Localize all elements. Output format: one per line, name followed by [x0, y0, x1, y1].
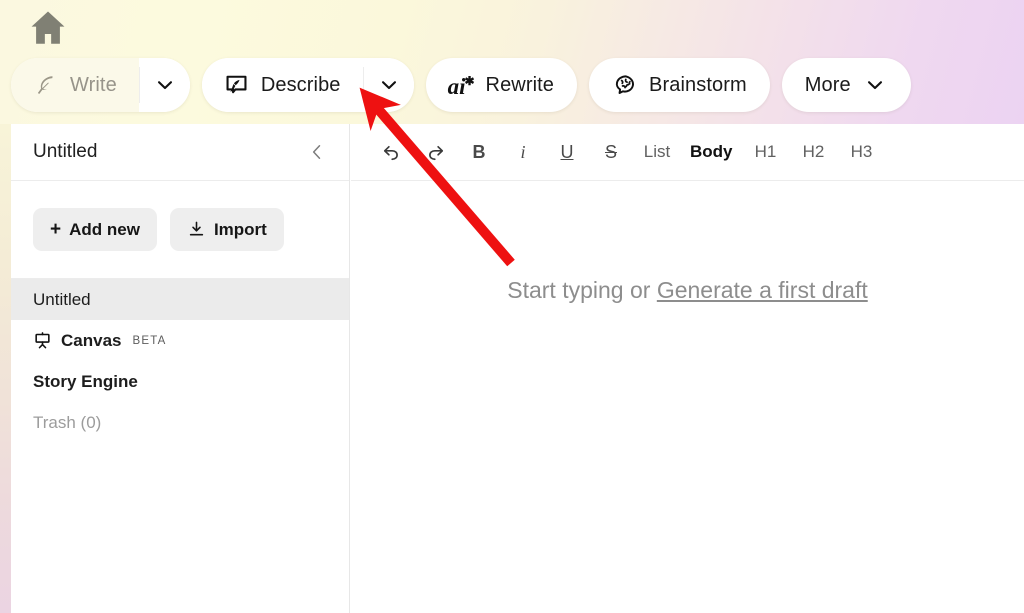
underline-button[interactable]: U: [545, 135, 589, 169]
write-button[interactable]: Write: [11, 58, 139, 112]
sidebar-item-trash[interactable]: Trash (0): [11, 402, 349, 443]
chevron-down-icon: [381, 81, 396, 90]
feather-icon: [33, 72, 59, 98]
download-icon: [187, 217, 206, 243]
write-action-group: Write: [11, 58, 190, 112]
image-brush-icon: [224, 72, 250, 98]
gradient-left-rail: [0, 124, 11, 613]
body-style-button[interactable]: Body: [681, 135, 742, 169]
more-label: More: [804, 73, 851, 96]
describe-caret-button[interactable]: [363, 58, 414, 112]
brain-icon: [612, 72, 638, 98]
italic-button[interactable]: i: [501, 135, 545, 169]
add-new-button[interactable]: + Add new: [33, 208, 157, 251]
formatting-toolbar: B i U S List Body H1 H2 H3: [351, 124, 1024, 181]
brainstorm-button[interactable]: Brainstorm: [589, 58, 770, 112]
write-label: Write: [70, 73, 117, 96]
ai-action-toolbar: Write Describe ɑi✱ Rewrite Brainstorm Mo…: [11, 58, 911, 112]
main-panel: Untitled + Add new Import Untitled Canva…: [11, 124, 1024, 613]
chevron-down-icon: [157, 81, 172, 90]
sidebar-item-list: Untitled Canvas BETA Story Engine Trash …: [11, 279, 349, 443]
heading-1-button[interactable]: H1: [742, 135, 790, 169]
undo-icon[interactable]: [369, 135, 413, 169]
more-button[interactable]: More: [781, 58, 911, 112]
sidebar: Untitled + Add new Import Untitled Canva…: [11, 124, 350, 613]
easel-icon: [33, 328, 52, 354]
sidebar-item-label: Canvas: [61, 330, 122, 350]
app-root: Write Describe ɑi✱ Rewrite Brainstorm Mo…: [0, 0, 1024, 613]
beta-badge: BETA: [132, 334, 167, 347]
list-button[interactable]: List: [633, 135, 681, 169]
placeholder-prefix: Start typing or: [507, 277, 657, 303]
plus-icon: +: [50, 219, 62, 240]
sidebar-item-label: Story Engine: [33, 371, 138, 391]
describe-button[interactable]: Describe: [201, 58, 363, 112]
import-button[interactable]: Import: [169, 208, 284, 251]
bold-button[interactable]: B: [457, 135, 501, 169]
write-caret-button[interactable]: [139, 58, 190, 112]
chevron-down-icon: [862, 72, 888, 98]
ai-sparkle-icon: ɑi✱: [447, 73, 475, 99]
heading-2-button[interactable]: H2: [790, 135, 838, 169]
home-icon[interactable]: [27, 6, 69, 50]
editor-pane: B i U S List Body H1 H2 H3 Start typing …: [351, 124, 1024, 613]
describe-action-group: Describe: [201, 58, 414, 112]
generate-first-draft-link[interactable]: Generate a first draft: [657, 277, 868, 303]
sidebar-item-untitled[interactable]: Untitled: [11, 279, 349, 320]
sidebar-actions: + Add new Import: [11, 181, 349, 279]
sidebar-item-canvas[interactable]: Canvas BETA: [11, 320, 349, 361]
editor-placeholder: Start typing or Generate a first draft: [351, 277, 1024, 304]
brainstorm-label: Brainstorm: [649, 73, 747, 96]
sidebar-item-story-engine[interactable]: Story Engine: [11, 361, 349, 402]
rewrite-button[interactable]: ɑi✱ Rewrite: [425, 58, 578, 112]
import-label: Import: [213, 219, 267, 239]
strikethrough-button[interactable]: S: [589, 135, 633, 169]
heading-3-button[interactable]: H3: [838, 135, 886, 169]
rewrite-label: Rewrite: [485, 73, 555, 96]
sidebar-collapse-button[interactable]: [306, 141, 328, 163]
describe-label: Describe: [260, 73, 341, 96]
editor-canvas[interactable]: Start typing or Generate a first draft: [351, 181, 1024, 613]
redo-icon[interactable]: [413, 135, 457, 169]
add-new-label: Add new: [69, 219, 140, 239]
sidebar-item-label: Trash (0): [33, 412, 102, 432]
sidebar-header: Untitled: [11, 124, 349, 181]
chevron-left-icon: [312, 145, 321, 159]
sidebar-item-label: Untitled: [33, 289, 91, 309]
project-title: Untitled: [33, 141, 98, 162]
